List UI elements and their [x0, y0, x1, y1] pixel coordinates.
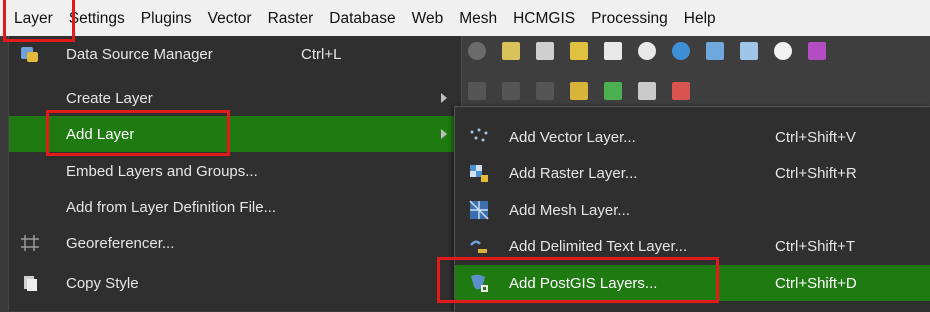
shortcut-label: Ctrl+Shift+D [775, 274, 857, 292]
submenu-item-label: Add PostGIS Layers... [509, 274, 658, 292]
menu-mesh[interactable]: Mesh [451, 0, 505, 36]
submenu-item-label: Add Raster Layer... [509, 164, 638, 182]
menu-item-data-source-manager[interactable]: Data Source Manager Ctrl+L [9, 36, 461, 72]
menu-hcmgis[interactable]: HCMGIS [505, 0, 583, 36]
menu-item-label: Add from Layer Definition File... [66, 198, 277, 216]
menu-item-create-layer[interactable]: Create Layer [9, 80, 461, 116]
mesh-layer-icon [468, 199, 490, 221]
menu-item-embed-layers[interactable]: Embed Layers and Groups... [9, 153, 461, 189]
submenu-item-add-delimited-text-layer[interactable]: Add Delimited Text Layer... Ctrl+Shift+T [455, 228, 930, 264]
layer-menu: Data Source Manager Ctrl+L Create Layer … [8, 36, 462, 311]
menu-processing[interactable]: Processing [583, 0, 676, 36]
submenu-arrow-icon [441, 93, 447, 103]
clock-icon[interactable] [638, 42, 656, 60]
menu-web[interactable]: Web [404, 0, 452, 36]
menu-item-label: Copy Style [66, 274, 139, 292]
menu-item-add-layer[interactable]: Add Layer [9, 116, 461, 152]
label-abc-red-icon[interactable] [672, 82, 690, 100]
submenu-item-add-postgis-layers[interactable]: Add PostGIS Layers... Ctrl+Shift+D [455, 265, 930, 301]
pan-icon[interactable] [468, 42, 486, 60]
delimited-text-icon [468, 235, 490, 257]
submenu-item-add-raster-layer[interactable]: Add Raster Layer... Ctrl+Shift+R [455, 155, 930, 191]
submenu-item-label: Add Delimited Text Layer... [509, 237, 688, 255]
menu-settings[interactable]: Settings [61, 0, 133, 36]
save-icon[interactable] [604, 42, 622, 60]
label-abc-icon[interactable] [638, 82, 656, 100]
menu-database[interactable]: Database [321, 0, 403, 36]
menu-item-label: Add Layer [66, 125, 135, 143]
style-icon[interactable] [604, 82, 622, 100]
data-source-manager-icon [20, 44, 40, 64]
node-icon[interactable] [536, 82, 554, 100]
menu-help[interactable]: Help [676, 0, 724, 36]
menu-item-label: Data Source Manager [66, 45, 213, 63]
postgis-icon [468, 272, 490, 294]
georeferencer-icon [20, 233, 40, 253]
digitize-icon[interactable] [502, 82, 520, 100]
vector-layer-icon [468, 126, 490, 148]
shortcut-label: Ctrl+Shift+R [775, 164, 857, 182]
menu-plugins[interactable]: Plugins [133, 0, 200, 36]
menu-item-label: Create Layer [66, 89, 153, 107]
toolbar [460, 36, 930, 112]
grid-icon[interactable] [740, 42, 758, 60]
menu-item-copy-style[interactable]: Copy Style [9, 265, 461, 301]
menu-raster[interactable]: Raster [260, 0, 322, 36]
identify-icon[interactable] [706, 42, 724, 60]
submenu-item-label: Add Mesh Layer... [509, 201, 630, 219]
submenu-arrow-icon [441, 129, 447, 139]
new-shapefile-icon[interactable] [536, 42, 554, 60]
new-layer-icon[interactable] [502, 42, 520, 60]
label-icon[interactable] [570, 82, 588, 100]
menu-bar: Layer Settings Plugins Vector Raster Dat… [0, 0, 930, 36]
menu-item-georeferencer[interactable]: Georeferencer... [9, 225, 461, 261]
menu-layer[interactable]: Layer [0, 0, 61, 36]
shortcut-label: Ctrl+L [301, 45, 342, 63]
submenu-item-add-vector-layer[interactable]: Add Vector Layer... Ctrl+Shift+V [455, 119, 930, 155]
settings-icon[interactable] [774, 42, 792, 60]
sum-icon[interactable] [808, 42, 826, 60]
shortcut-label: Ctrl+Shift+T [775, 237, 856, 255]
menu-vector[interactable]: Vector [200, 0, 260, 36]
new-spatialite-icon[interactable] [570, 42, 588, 60]
refresh-icon[interactable] [672, 42, 690, 60]
raster-layer-icon [468, 162, 490, 184]
submenu-item-add-mesh-layer[interactable]: Add Mesh Layer... [455, 192, 930, 228]
menu-item-label: Embed Layers and Groups... [66, 162, 258, 180]
menu-item-add-from-definition[interactable]: Add from Layer Definition File... [9, 189, 461, 225]
edit-icon[interactable] [468, 82, 486, 100]
copy-style-icon [20, 273, 40, 293]
add-layer-submenu: Add Vector Layer... Ctrl+Shift+V Add Ras… [454, 106, 930, 312]
menu-item-label: Georeferencer... [66, 234, 175, 252]
submenu-item-label: Add Vector Layer... [509, 128, 636, 146]
shortcut-label: Ctrl+Shift+V [775, 128, 856, 146]
